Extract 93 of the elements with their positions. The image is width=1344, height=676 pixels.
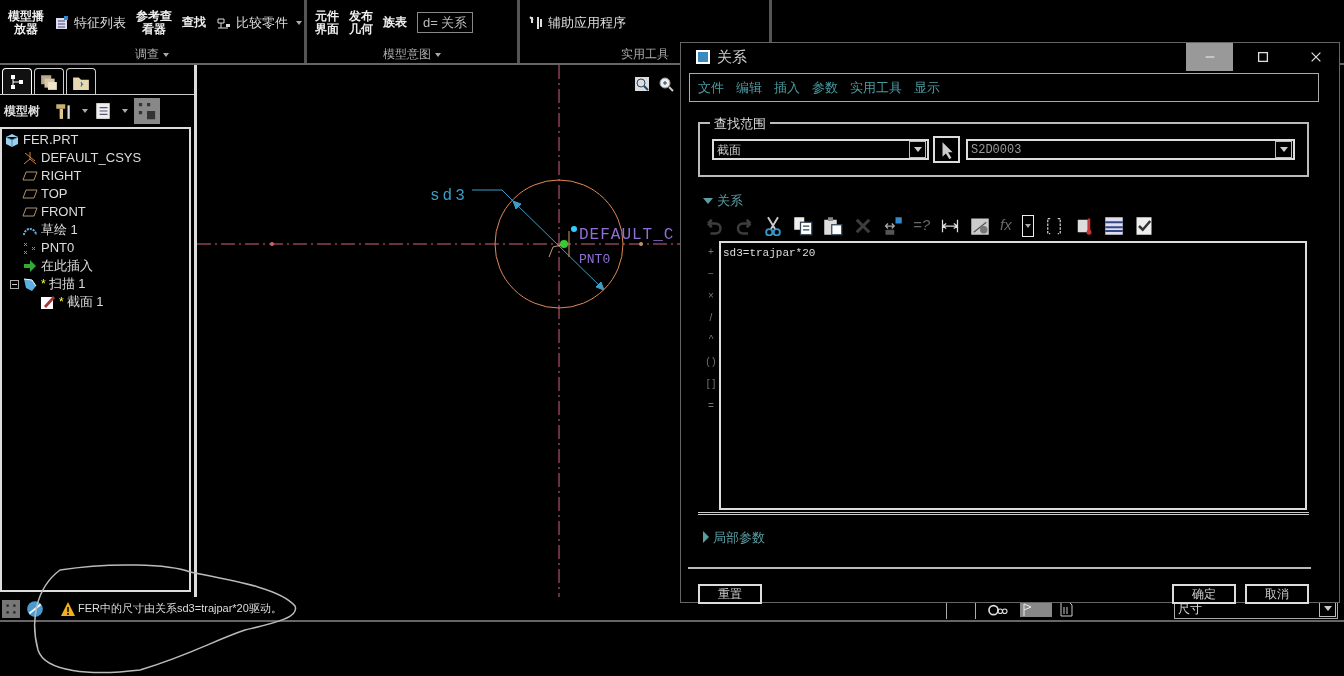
group-label[interactable]: 实用工具: [620, 45, 669, 63]
group-label[interactable]: 调查: [135, 45, 169, 63]
ribbon-button[interactable]: 模型播 放器: [8, 9, 44, 36]
axis-point: [270, 242, 274, 246]
operator-button[interactable]: ( ): [706, 350, 716, 373]
toolbar-button[interactable]: [793, 215, 813, 236]
dialog-button[interactable]: 重置: [698, 584, 762, 604]
ribbon-button[interactable]: 参考查 看器: [136, 9, 172, 36]
tree-item[interactable]: 在此插入: [22, 257, 189, 275]
tree-item[interactable]: RIGHT: [22, 167, 189, 185]
point-marker: [571, 226, 577, 232]
settings-grid-icon: [134, 98, 160, 124]
pencil-icon: [40, 294, 56, 310]
parallelogram-icon: [22, 204, 38, 220]
toolbar-button[interactable]: [883, 215, 903, 236]
tree-item[interactable]: DEFAULT_CSYS: [22, 149, 189, 167]
grid-icon[interactable]: [2, 599, 20, 618]
dialog-button[interactable]: 确定: [1172, 584, 1236, 604]
menu-item[interactable]: 编辑: [736, 77, 762, 98]
axis-point: [639, 242, 643, 246]
stacked-pages-icon: [40, 72, 58, 91]
operator-button[interactable]: −: [708, 262, 714, 285]
document-list-icon: [94, 101, 112, 121]
hammer-icon: [54, 101, 72, 121]
ribbon-button[interactable]: 特征列表: [54, 12, 126, 33]
ribbon-button[interactable]: d= 关系: [417, 11, 474, 34]
paste-icon: [823, 215, 843, 236]
point-label: PNT0: [579, 252, 611, 267]
sweep-icon: [22, 276, 38, 292]
operator-button[interactable]: =: [708, 394, 714, 417]
ribbon-button[interactable]: 元件 界面: [315, 9, 339, 36]
ribbon-button[interactable]: 族表: [383, 16, 407, 29]
section-toggle[interactable]: 关系: [703, 191, 743, 211]
point-marks-icon: [22, 240, 38, 256]
center-point: [560, 240, 568, 248]
panel-title: 模型树: [4, 103, 40, 120]
tree-item[interactable]: TOP: [22, 185, 189, 203]
zoom-in-icon[interactable]: [658, 76, 674, 92]
menu-item[interactable]: 文件: [698, 77, 724, 98]
dialog-button[interactable]: 取消: [1245, 584, 1309, 604]
tree-item[interactable]: PNT0: [22, 239, 189, 257]
ribbon-button[interactable]: 比较零件: [216, 12, 302, 33]
toolbar-button[interactable]: [1103, 215, 1124, 236]
operator-button[interactable]: /: [709, 306, 713, 329]
scissors-icon: [763, 215, 783, 236]
group-label[interactable]: 模型意图: [383, 45, 441, 63]
toolbar-button[interactable]: [823, 215, 843, 236]
evaluate-icon: [883, 215, 903, 236]
copy-icon: [793, 215, 813, 236]
panel-tab[interactable]: [34, 68, 64, 94]
pick-button[interactable]: [933, 136, 960, 163]
tree-item[interactable]: * 截面 1: [40, 293, 189, 311]
status-message: FER中的尺寸由关系sd3=trajpar*20驱动。: [78, 601, 282, 617]
globe-icon[interactable]: [26, 599, 44, 618]
dimension-label: sd3: [430, 187, 468, 205]
window-icon: [695, 49, 711, 65]
tree-icon: [9, 73, 25, 90]
panel-tab[interactable]: [66, 68, 96, 94]
toolbar-button[interactable]: [763, 215, 783, 236]
menu-item[interactable]: 参数: [812, 77, 838, 98]
relations-editor[interactable]: sd3=trajpar*20: [719, 240, 1307, 510]
coordinate-system-marker: [548, 230, 570, 258]
dropdown-button[interactable]: [1021, 214, 1034, 237]
warning-icon: [60, 600, 76, 617]
parallelogram-icon: [22, 168, 38, 184]
table-sort-icon: [1103, 215, 1124, 236]
csys-label: DEFAULT_C: [579, 226, 675, 244]
arrow-icon: [22, 258, 38, 274]
menu-item[interactable]: 插入: [774, 77, 800, 98]
ribbon-button[interactable]: 辅助应用程序: [528, 12, 626, 33]
operator-button[interactable]: +: [708, 240, 714, 263]
operator-button[interactable]: ×: [708, 284, 714, 307]
item-dropdown[interactable]: S2D0003: [966, 139, 1295, 160]
menu-item[interactable]: 显示: [914, 77, 940, 98]
ribbon-button[interactable]: 查找: [182, 16, 206, 29]
type-dropdown[interactable]: 截面: [712, 139, 929, 160]
collapse-toggle[interactable]: [10, 279, 19, 289]
maximize-icon: [1255, 50, 1270, 64]
section-toggle[interactable]: 局部参数: [703, 527, 765, 547]
menu-item[interactable]: 实用工具: [850, 77, 902, 98]
operator-button[interactable]: [ ]: [706, 372, 716, 395]
tree-item[interactable]: FER.PRT: [4, 131, 189, 149]
dialog-title: 关系: [717, 46, 747, 67]
operator-button[interactable]: ^: [708, 328, 714, 351]
list-icon: [54, 14, 70, 31]
tree-item[interactable]: 草绘 1: [22, 221, 189, 239]
parallelogram-icon: [22, 186, 38, 202]
tree-item[interactable]: FRONT: [22, 203, 189, 221]
coordinate-axes-icon: [22, 150, 38, 166]
tree-item[interactable]: * 扫描 1: [22, 275, 189, 293]
zoom-fit-icon[interactable]: [634, 76, 650, 92]
ribbon-button[interactable]: 发布 几何: [349, 9, 373, 36]
cube-icon: [4, 132, 20, 148]
